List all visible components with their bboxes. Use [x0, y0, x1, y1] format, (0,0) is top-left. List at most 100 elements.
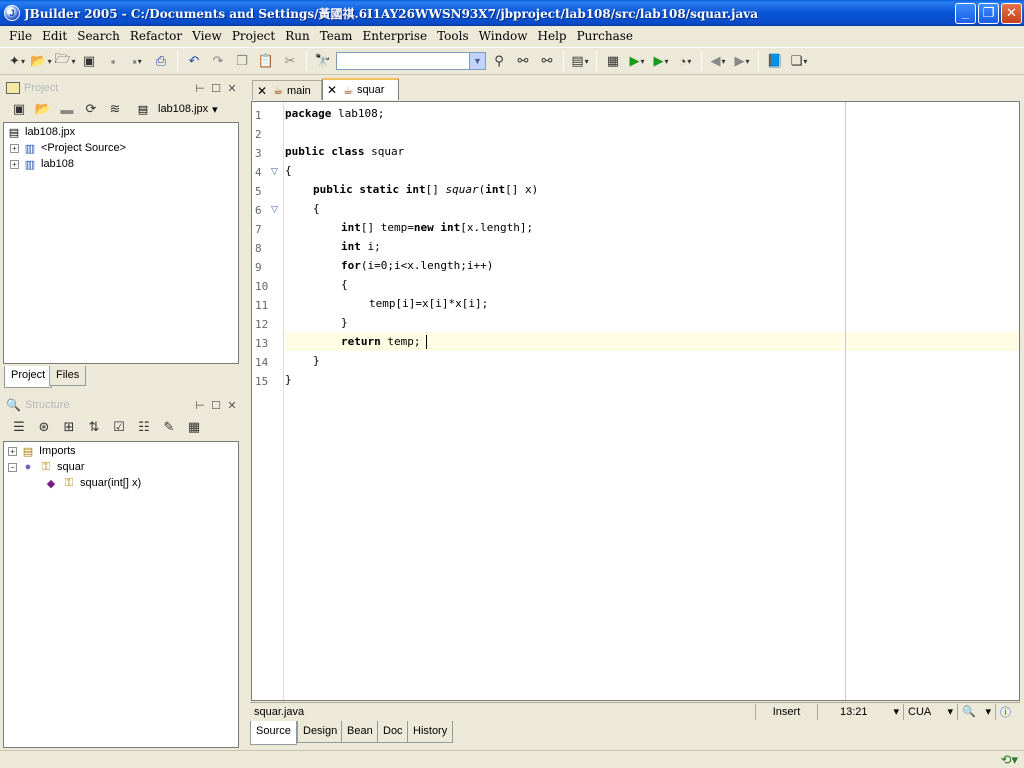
code-line: } — [313, 354, 320, 367]
open-file-icon[interactable]: 📂 — [30, 50, 52, 72]
properties-icon[interactable]: ▦ — [183, 416, 205, 438]
tab-project[interactable]: Project — [4, 366, 53, 388]
dock-icon[interactable]: ⊢ — [192, 399, 208, 412]
expand-icon[interactable]: + — [10, 143, 19, 153]
sync-icon[interactable]: ⟲▾ — [1001, 752, 1018, 768]
tree-item[interactable]: + ▥ lab108 — [10, 156, 74, 172]
menu-run[interactable]: Run — [280, 29, 315, 43]
redo-icon[interactable]: ↷ — [207, 50, 229, 72]
tree-item[interactable]: + ▤ Imports — [8, 443, 76, 459]
help-book-icon[interactable]: 📘 — [764, 50, 786, 72]
filter-structure-icon[interactable]: ✎ — [158, 416, 180, 438]
menu-window[interactable]: Window — [474, 29, 533, 43]
chevron-down-icon: ▾ — [212, 103, 218, 116]
reopen-icon[interactable]: 🗁 — [54, 50, 76, 72]
save-icon[interactable]: ▪ — [102, 50, 124, 72]
menu-project[interactable]: Project — [227, 29, 280, 43]
fold-toggle-icon[interactable]: ▽ — [271, 204, 278, 215]
windows-icon[interactable]: ❏ — [788, 50, 810, 72]
project-selector[interactable]: ▤ lab108.jpx ▾ — [136, 103, 218, 116]
find-class-icon[interactable]: ⚯ — [512, 50, 534, 72]
remove-files-icon[interactable]: ▬ — [56, 98, 78, 120]
code-line: public class squar — [285, 145, 405, 158]
menu-view[interactable]: View — [187, 29, 227, 43]
save-all-icon[interactable]: ▪ — [126, 50, 148, 72]
tree-item[interactable]: − ● ⚿ squar — [8, 459, 85, 475]
menu-team[interactable]: Team — [315, 29, 358, 43]
menu-file[interactable]: File — [4, 29, 37, 43]
close-button[interactable]: ✕ — [1001, 3, 1022, 24]
search-next-icon[interactable]: ⚲ — [488, 50, 510, 72]
paste-icon[interactable]: 📋 — [255, 50, 277, 72]
build-icon[interactable]: ▤ — [569, 50, 591, 72]
cut-icon[interactable]: ✂ — [279, 50, 301, 72]
tab-design[interactable]: Design — [297, 721, 344, 743]
tree-item[interactable]: ▤ lab108.jpx — [7, 124, 75, 140]
search-combo[interactable]: ▼ — [336, 52, 486, 70]
print-icon[interactable]: ⎙ — [150, 50, 172, 72]
check-icon[interactable]: ☑ — [108, 416, 130, 438]
menu-tools[interactable]: Tools — [432, 29, 474, 43]
tab-files[interactable]: Files — [49, 366, 87, 386]
structure-view-icon[interactable]: ☰ — [8, 416, 30, 438]
optimize-icon[interactable]: ◔ — [674, 50, 696, 72]
debug-icon[interactable]: ▶ — [650, 50, 672, 72]
fold-toggle-icon[interactable]: ▽ — [271, 166, 278, 177]
toolbar-separator — [177, 51, 178, 71]
back-icon[interactable]: ◀ — [707, 50, 729, 72]
refresh-icon[interactable]: ⟳ — [80, 98, 102, 120]
run-icon[interactable]: ▶ — [626, 50, 648, 72]
find-icon[interactable]: 🔭 — [312, 50, 334, 72]
copy-icon[interactable]: ❐ — [231, 50, 253, 72]
chevron-down-icon[interactable]: ▼ — [469, 53, 485, 69]
tab-main[interactable]: ✕ ☕ main — [252, 80, 322, 100]
menu-help[interactable]: Help — [533, 29, 572, 43]
status-insert-mode[interactable]: Insert — [756, 703, 818, 720]
close-panel-icon[interactable]: ✕ — [224, 82, 240, 95]
group-icon[interactable]: ☷ — [133, 416, 155, 438]
close-project-icon[interactable]: ▣ — [8, 98, 30, 120]
tab-bean[interactable]: Bean — [341, 721, 379, 743]
minimize-button[interactable]: _ — [955, 3, 976, 24]
filter-icon[interactable]: ≋ — [104, 98, 126, 120]
expand-icon[interactable]: + — [10, 159, 19, 169]
forward-icon[interactable]: ▶ — [731, 50, 753, 72]
zoom-control[interactable]: 🔍 ▾ — [958, 703, 996, 720]
collapse-icon[interactable]: − — [8, 462, 17, 472]
show-members-icon[interactable]: ⊞ — [58, 416, 80, 438]
project-file-icon: ▤ — [8, 126, 20, 139]
close-icon[interactable]: ✕ — [257, 84, 267, 98]
sort-icon[interactable]: ⇅ — [83, 416, 105, 438]
menu-purchase[interactable]: Purchase — [572, 29, 638, 43]
close-panel-icon[interactable]: ✕ — [224, 399, 240, 412]
dock-icon[interactable]: ⊢ — [192, 82, 208, 95]
find-in-path-icon[interactable]: ⚯ — [536, 50, 558, 72]
menu-refactor[interactable]: Refactor — [125, 29, 187, 43]
maximize-panel-icon[interactable]: ☐ — [208, 399, 224, 412]
info-icon[interactable]: ⓘ — [996, 704, 1018, 720]
restore-button[interactable]: ❐ — [978, 3, 999, 24]
tab-history[interactable]: History — [407, 721, 454, 743]
code-editor[interactable]: 1 2 3 4 5 6 7 8 9 10 11 12 13 14 15 ▽ ▽ … — [251, 101, 1020, 701]
jbuilder-app-icon[interactable]: J — [4, 5, 20, 21]
add-files-icon[interactable]: 📂 — [32, 98, 54, 120]
new-file-icon[interactable]: ✦ — [6, 50, 28, 72]
tree-item[interactable]: ◆ ⚿ squar(int[] x) — [44, 475, 141, 491]
undo-icon[interactable]: ↶ — [183, 50, 205, 72]
tab-doc[interactable]: Doc — [377, 721, 409, 743]
close-icon[interactable]: ✕ — [327, 83, 337, 97]
tab-source[interactable]: Source — [250, 721, 297, 745]
tab-squar[interactable]: ✕ ☕ squar — [322, 78, 399, 100]
status-position[interactable]: 13:21 ▾ — [818, 703, 904, 720]
status-keymap[interactable]: CUA ▾ — [904, 703, 958, 720]
menu-search[interactable]: Search — [72, 29, 125, 43]
maximize-panel-icon[interactable]: ☐ — [208, 82, 224, 95]
tree-item[interactable]: + ▥ <Project Source> — [10, 140, 126, 156]
expand-icon[interactable]: + — [8, 446, 17, 456]
show-inheritance-icon[interactable]: ⊛ — [33, 416, 55, 438]
menu-edit[interactable]: Edit — [37, 29, 72, 43]
menu-enterprise[interactable]: Enterprise — [357, 29, 432, 43]
close-file-icon[interactable]: ▣ — [78, 50, 100, 72]
make-icon[interactable]: ▦ — [602, 50, 624, 72]
window-title: JBuilder 2005 - C:/Documents and Setting… — [24, 6, 758, 21]
